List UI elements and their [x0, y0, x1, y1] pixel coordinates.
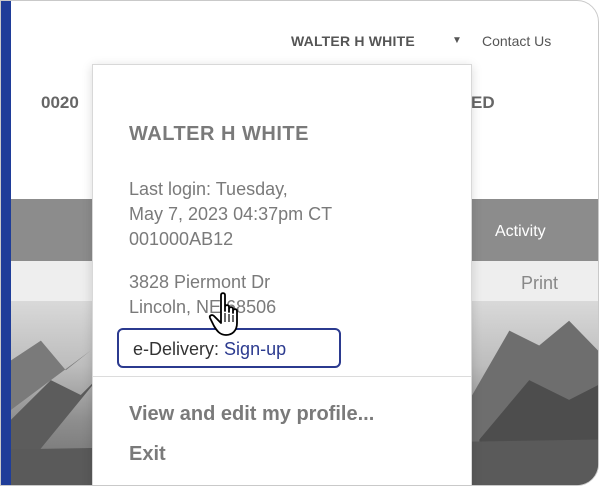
brand-strip [1, 1, 11, 485]
address-line-2: Lincoln, NE 68506 [129, 297, 277, 317]
last-login-date: May 7, 2023 04:37pm CT [129, 204, 333, 224]
exit-link[interactable]: Exit [129, 443, 166, 466]
account-number: 001000AB12 [129, 229, 234, 249]
top-nav: WALTER H WHITE ▼ Contact Us [1, 1, 598, 71]
edelivery-label: e-Delivery: [133, 339, 220, 359]
contact-us-link[interactable]: Contact Us [482, 33, 551, 49]
account-status: ED [471, 93, 495, 112]
user-menu-button[interactable]: WALTER H WHITE [291, 33, 415, 49]
tab-activity[interactable]: Activity [495, 223, 546, 241]
edelivery-signup-link[interactable]: Sign-up [224, 339, 286, 359]
edelivery-text: e-Delivery: Sign-up [133, 339, 286, 360]
app-window: WALTER H WHITE ▼ Contact Us 0020 ED Acti… [0, 0, 599, 486]
caret-down-icon[interactable]: ▼ [452, 35, 462, 46]
last-login-text: Last login: Tuesday, [129, 179, 288, 199]
dropdown-user-name: WALTER H WHITE [129, 123, 309, 145]
view-edit-profile-link[interactable]: View and edit my profile... [129, 403, 374, 426]
hand-pointer-icon [208, 292, 238, 336]
print-link[interactable]: Print [521, 273, 558, 294]
account-id: 0020 [41, 93, 79, 112]
address-line-1: 3828 Piermont Dr [129, 272, 271, 292]
user-dropdown-menu: WALTER H WHITE Last login: Tuesday, May … [92, 64, 472, 485]
dropdown-divider [93, 376, 471, 377]
